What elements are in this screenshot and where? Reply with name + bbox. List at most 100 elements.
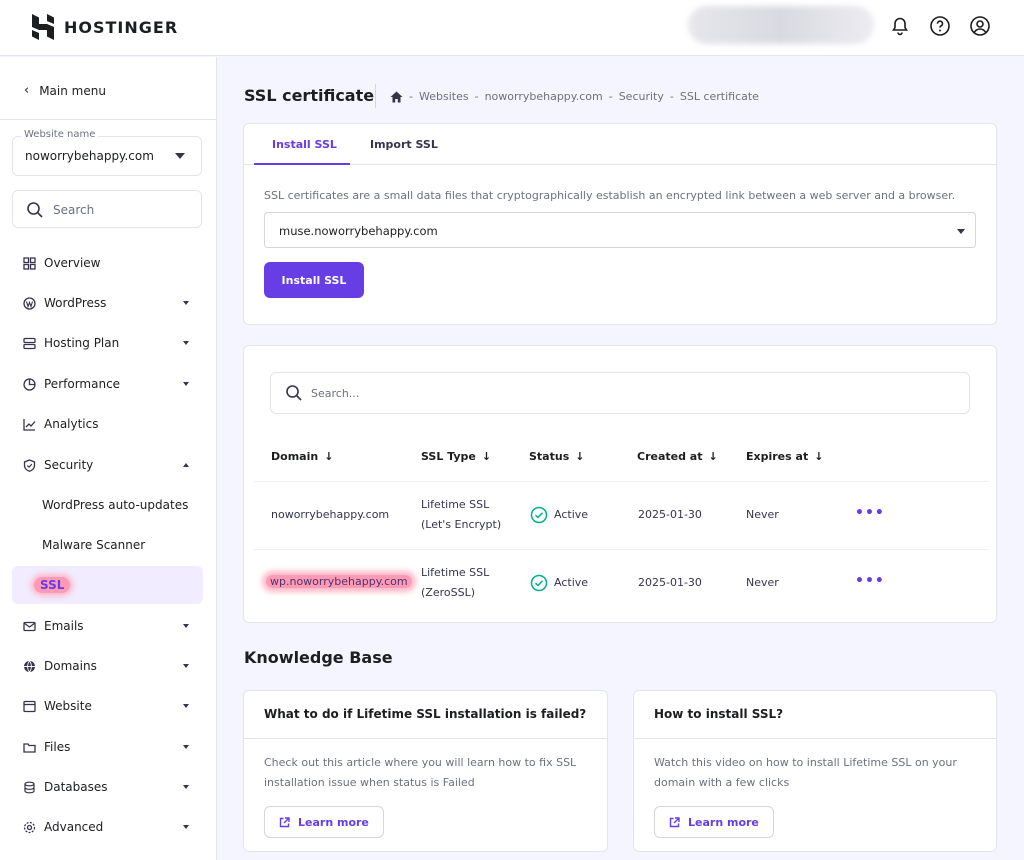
sidebar-item-ssl[interactable]: SSL: [12, 566, 203, 604]
ssl-tabs: Install SSL Import SSL: [244, 124, 996, 165]
kb-card-how-to-install: How to install SSL? Watch this video on …: [633, 690, 997, 852]
created-at-cell: 2025-01-30: [638, 508, 702, 521]
help-icon[interactable]: [928, 14, 952, 38]
sidebar-item-label: Malware Scanner: [42, 538, 146, 552]
website-select-label: Website name: [21, 129, 99, 140]
ssl-search-input[interactable]: Search...: [270, 372, 970, 414]
sidebar-item-label: Security: [44, 458, 94, 472]
breadcrumb-separator: -: [409, 90, 413, 103]
breadcrumb: - Websites - noworrybehappy.com - Securi…: [390, 90, 759, 103]
row-actions-menu[interactable]: •••: [855, 505, 885, 521]
sidebar-item-label: Overview: [44, 256, 101, 270]
title-divider: [375, 84, 376, 108]
breadcrumb-websites[interactable]: Websites: [419, 90, 469, 103]
ssl-search-placeholder: Search...: [311, 387, 360, 400]
domain-cell: wp.noworrybehappy.com: [266, 572, 412, 592]
top-bar: HOSTINGER: [0, 0, 1024, 56]
column-header-domain[interactable]: Domain ↓: [271, 450, 333, 463]
sidebar-item-advanced[interactable]: Advanced: [12, 808, 203, 846]
external-link-icon: [669, 816, 680, 827]
folder-icon: [22, 740, 36, 754]
column-header-status[interactable]: Status ↓: [529, 450, 584, 463]
chevron-down-icon: [183, 624, 189, 628]
expires-at-cell: Never: [746, 508, 779, 521]
sidebar-item-wordpress-auto-updates[interactable]: WordPress auto-updates: [12, 486, 203, 524]
column-label: Created at: [637, 450, 703, 463]
ssl-type-name: Lifetime SSL: [421, 566, 490, 579]
page-title: SSL certificate: [244, 86, 375, 105]
sidebar-item-performance[interactable]: Performance: [12, 365, 203, 403]
sidebar-item-malware-scanner[interactable]: Malware Scanner: [12, 526, 203, 564]
hostinger-logo[interactable]: HOSTINGER: [32, 14, 178, 40]
tab-import-ssl[interactable]: Import SSL: [370, 138, 438, 151]
row-actions-menu[interactable]: •••: [855, 573, 885, 589]
sidebar-item-label: Analytics: [44, 417, 99, 431]
learn-more-label: Learn more: [298, 815, 369, 829]
sidebar-search-input[interactable]: Search: [12, 190, 202, 228]
bell-icon[interactable]: [888, 14, 912, 38]
mail-icon: [22, 619, 36, 633]
chevron-down-icon: [183, 301, 189, 305]
caret-down-icon: [957, 229, 965, 234]
chevron-down-icon: [183, 745, 189, 749]
window-icon: [22, 699, 36, 713]
tab-install-ssl[interactable]: Install SSL: [272, 138, 337, 151]
expires-at-cell: Never: [746, 576, 779, 589]
user-account-blurred[interactable]: [688, 6, 874, 44]
breadcrumb-security[interactable]: Security: [619, 90, 664, 103]
sort-arrow-icon: ↓: [481, 450, 492, 463]
sidebar-item-label: Website: [44, 699, 92, 713]
sidebar-item-analytics[interactable]: Analytics: [12, 405, 203, 443]
column-header-ssl-type[interactable]: SSL Type ↓: [421, 450, 491, 463]
home-icon[interactable]: [390, 91, 403, 103]
learn-more-button[interactable]: Learn more: [264, 806, 384, 838]
install-ssl-card: Install SSL Import SSL SSL certificates …: [243, 123, 997, 325]
hostinger-logo-icon: [32, 14, 54, 40]
website-select[interactable]: Website name noworrybehappy.com: [12, 129, 202, 176]
domain-select[interactable]: muse.noworrybehappy.com: [264, 212, 976, 248]
column-header-created-at[interactable]: Created at ↓: [637, 450, 718, 463]
column-label: Status: [529, 450, 570, 463]
sidebar-item-domains[interactable]: Domains: [12, 647, 203, 685]
column-header-expires-at[interactable]: Expires at ↓: [746, 450, 823, 463]
sidebar-item-files[interactable]: Files: [12, 728, 203, 766]
sort-arrow-icon: ↓: [814, 450, 824, 463]
check-circle-icon: [530, 506, 548, 524]
account-icon[interactable]: [968, 14, 992, 38]
column-label: Domain: [271, 450, 319, 463]
chevron-down-icon: [183, 785, 189, 789]
column-label: Expires at: [746, 450, 809, 463]
knowledge-base-title: Knowledge Base: [244, 648, 393, 667]
sidebar-item-overview[interactable]: Overview: [12, 244, 203, 282]
kb-card-body: Check out this article where you will le…: [264, 756, 577, 789]
kb-card-header: How to install SSL?: [634, 691, 996, 739]
sidebar-item-label: SSL: [34, 577, 71, 593]
breadcrumb-domain[interactable]: noworrybehappy.com: [485, 90, 603, 103]
breadcrumb-current: SSL certificate: [679, 90, 759, 103]
chevron-left-icon: ‹: [24, 83, 30, 98]
sidebar-item-hosting-plan[interactable]: Hosting Plan: [12, 324, 203, 362]
ssl-type-cell: Lifetime SSL (Let's Encrypt): [421, 495, 501, 535]
sidebar-item-wordpress[interactable]: WordPress: [12, 284, 203, 322]
row-divider: [254, 481, 988, 482]
database-icon: [22, 780, 36, 794]
ssl-description: SSL certificates are a small data files …: [264, 189, 956, 202]
learn-more-button[interactable]: Learn more: [654, 806, 774, 838]
sidebar-item-label: Emails: [44, 619, 84, 633]
shield-icon: [22, 458, 36, 472]
breadcrumb-separator: -: [474, 90, 479, 103]
sort-arrow-icon: ↓: [575, 450, 585, 463]
sidebar-item-databases[interactable]: Databases: [12, 768, 203, 806]
sidebar-item-label: Performance: [44, 377, 121, 391]
status-cell: Active: [530, 573, 588, 593]
sidebar-item-security[interactable]: Security: [12, 446, 203, 484]
sidebar-item-website[interactable]: Website: [12, 687, 203, 725]
learn-more-label: Learn more: [688, 815, 759, 829]
domain-select-value: muse.noworrybehappy.com: [279, 224, 438, 238]
main-menu-label: Main menu: [39, 83, 106, 98]
install-ssl-button[interactable]: Install SSL: [264, 262, 364, 298]
ssl-type-provider: (ZeroSSL): [421, 586, 475, 599]
main-menu-link[interactable]: ‹ Main menu: [24, 83, 106, 98]
sidebar-item-label: Databases: [44, 780, 108, 794]
sidebar-item-emails[interactable]: Emails: [12, 607, 203, 645]
